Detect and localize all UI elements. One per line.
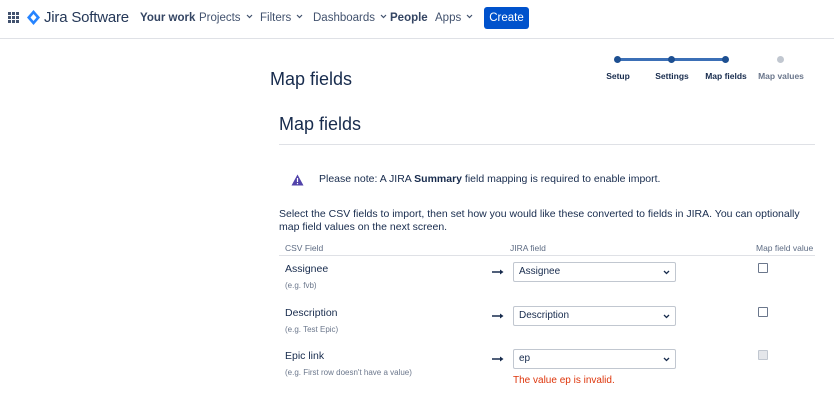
- tracker-step-setup: Setup: [606, 71, 630, 81]
- tracker-dot-settings: [668, 56, 675, 63]
- page-title: Map fields: [270, 69, 353, 89]
- csv-field-example: (e.g. Test Epic): [285, 325, 339, 334]
- header-csv-field: CSV Field: [285, 243, 324, 253]
- top-navigation: Jira Software Your work Projects Filters…: [0, 0, 834, 39]
- field-error-message: The value ep is invalid.: [513, 375, 615, 386]
- jira-field-select[interactable]: ep: [513, 349, 676, 369]
- right-arrow-icon: [492, 269, 504, 275]
- nav-people[interactable]: People: [390, 12, 428, 24]
- chevron-down-icon: [663, 357, 670, 362]
- map-field-value-checkbox[interactable]: [758, 263, 768, 273]
- nav-projects[interactable]: Projects: [199, 12, 253, 24]
- jira-field-select[interactable]: Assignee: [513, 262, 676, 282]
- create-button[interactable]: Create: [484, 7, 529, 29]
- csv-field-example: (e.g. fvb): [285, 281, 317, 290]
- right-arrow-icon: [492, 356, 504, 362]
- app-switcher-icon[interactable]: [8, 12, 19, 23]
- warning-icon: [291, 174, 304, 186]
- chevron-down-icon: [380, 14, 387, 19]
- tracker-dot-setup: [614, 56, 621, 63]
- jira-logo-icon[interactable]: [27, 10, 40, 25]
- header-jira-field: JIRA field: [510, 243, 546, 253]
- tracker-dot-map-values: [777, 56, 784, 63]
- csv-field-name: Assignee: [285, 263, 329, 275]
- chevron-down-icon: [663, 270, 670, 275]
- header-map-field-value: Map field value: [756, 243, 814, 253]
- tracker-step-map-fields: Map fields: [705, 71, 747, 81]
- map-field-value-checkbox: [758, 350, 768, 360]
- summary-note: Please note: A JIRA Summary field mappin…: [319, 173, 661, 185]
- tracker-step-map-values: Map values: [758, 71, 804, 81]
- section-title: Map fields: [279, 114, 362, 134]
- table-header-divider: [279, 255, 815, 256]
- chevron-down-icon: [466, 14, 473, 19]
- nav-dashboards[interactable]: Dashboards: [313, 12, 387, 24]
- right-arrow-icon: [492, 313, 504, 319]
- csv-field-name: Description: [285, 307, 338, 319]
- instructions-text: Select the CSV fields to import, then se…: [279, 208, 800, 233]
- brand-name[interactable]: Jira Software: [44, 9, 129, 26]
- chevron-down-icon: [296, 14, 303, 19]
- csv-field-example: (e.g. First row doesn't have a value): [285, 368, 412, 377]
- chevron-down-icon: [246, 14, 252, 19]
- tracker-dot-map-fields: [722, 56, 729, 63]
- nav-filters[interactable]: Filters: [260, 12, 303, 24]
- nav-your-work[interactable]: Your work: [140, 12, 195, 24]
- tracker-step-settings: Settings: [655, 71, 689, 81]
- section-divider: [279, 144, 815, 145]
- map-field-value-checkbox[interactable]: [758, 307, 768, 317]
- csv-field-name: Epic link: [285, 350, 325, 362]
- chevron-down-icon: [663, 314, 670, 319]
- jira-field-select[interactable]: Description: [513, 306, 676, 326]
- nav-apps[interactable]: Apps: [435, 12, 473, 24]
